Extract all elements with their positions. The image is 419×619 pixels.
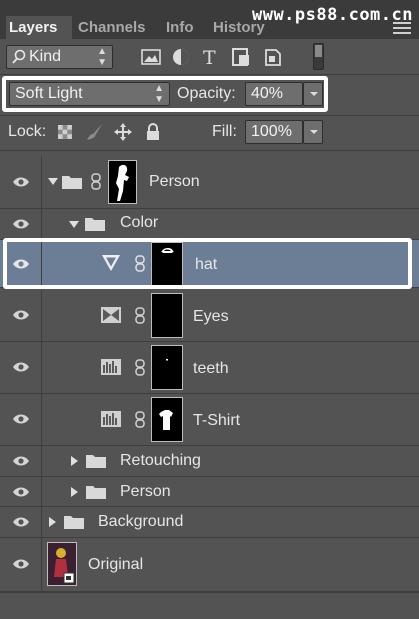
link-chain-icon [91,173,101,190]
layer-row-hat[interactable]: hat [0,240,419,288]
layer-thumbnail[interactable] [47,542,77,586]
divider [0,150,419,151]
filter-toggle-switch[interactable] [313,43,324,70]
layer-name: Person [149,173,200,190]
folder-icon [86,486,106,499]
visibility-eye-icon[interactable] [12,258,30,270]
folder-icon [64,516,84,529]
layer-name: T-Shirt [193,412,241,429]
link-chain-icon [135,359,145,376]
layer-row-color-group[interactable]: Color [0,209,419,240]
layer-row-retouching-group[interactable]: Retouching [0,446,419,477]
fill-input[interactable]: 100% [245,120,303,144]
collapse-triangle-icon[interactable] [71,487,78,497]
layer-name: Background [98,513,184,530]
layer-name: Person [120,483,171,500]
lock-all-icon[interactable] [144,123,162,141]
layer-row-eyes[interactable]: Eyes [0,290,419,342]
updown-arrows-icon: ▲ ▼ [97,46,107,68]
visibility-eye-icon[interactable] [12,361,30,373]
visibility-eye-icon[interactable] [12,558,30,570]
layer-name: Retouching [120,452,201,469]
layer-row-t-shirt[interactable]: T-Shirt [0,394,419,446]
layer-mask-thumbnail[interactable] [151,345,183,390]
link-chain-icon [135,307,145,324]
layer-name: Color [120,214,159,231]
layer-mask-thumbnail[interactable] [151,242,183,286]
search-icon [12,49,26,64]
folder-icon [85,218,105,231]
tab-info[interactable]: Info [163,16,197,39]
vibrance-adjustment-icon[interactable] [101,307,121,323]
lock-label: Lock: [8,123,47,140]
image-filter-icon[interactable] [140,47,162,67]
tab-layers[interactable]: Layers [6,16,72,39]
visibility-eye-icon[interactable] [12,455,30,467]
visibility-eye-icon[interactable] [12,309,30,321]
layer-name: hat [195,256,218,273]
fill-label: Fill: [212,123,237,140]
shape-filter-icon[interactable] [230,47,252,67]
fill-dropdown-button[interactable] [303,120,323,144]
divider [0,74,419,75]
brush-lock-icon[interactable] [86,123,104,141]
divider [0,115,419,116]
type-filter-icon[interactable]: T [200,47,222,67]
layer-row-person-subgroup[interactable]: Person [0,477,419,507]
smart-object-filter-icon[interactable] [262,47,284,67]
filter-kind-label: Kind [29,48,62,65]
move-lock-icon[interactable] [114,123,132,141]
filter-kind-select[interactable]: Kind ▲ ▼ [6,45,113,69]
levels-adjustment-icon[interactable] [101,359,121,375]
link-chain-icon [135,411,145,428]
gradient-map-adjustment-icon[interactable] [101,254,121,272]
layer-name: teeth [193,360,229,377]
visibility-eye-icon[interactable] [12,176,30,188]
collapse-triangle-icon[interactable] [71,456,78,466]
tab-channels[interactable]: Channels [75,16,149,39]
lock-transparent-pixels-icon[interactable] [56,123,74,141]
layer-mask-thumbnail[interactable] [151,293,183,338]
layer-row-teeth[interactable]: teeth [0,342,419,394]
layer-row-original[interactable]: Original [0,538,419,592]
layer-mask-thumbnail[interactable] [108,160,137,204]
visibility-eye-icon[interactable] [12,413,30,425]
layer-name: Original [88,556,144,573]
levels-adjustment-icon[interactable] [101,411,121,427]
watermark-text: www.ps88.com.cn [251,5,413,25]
layer-row-person-group[interactable]: Person [0,156,419,209]
link-chain-icon [135,255,145,272]
svg-text:T: T [203,47,216,67]
visibility-eye-icon[interactable] [12,218,30,230]
folder-icon [86,455,106,468]
layer-mask-thumbnail[interactable] [151,397,183,442]
folder-icon [62,176,82,189]
panel-bottom-bar [0,592,419,619]
expand-triangle-icon[interactable] [69,221,79,228]
blend-opacity-highlight-frame [2,76,328,112]
layer-row-background-group[interactable]: Background [0,507,419,538]
visibility-eye-icon[interactable] [12,486,30,498]
collapse-triangle-icon[interactable] [49,517,56,527]
layer-name: Eyes [193,308,229,325]
expand-triangle-icon[interactable] [48,178,58,185]
visibility-eye-icon[interactable] [12,516,30,528]
adjustment-filter-icon[interactable] [170,47,192,67]
